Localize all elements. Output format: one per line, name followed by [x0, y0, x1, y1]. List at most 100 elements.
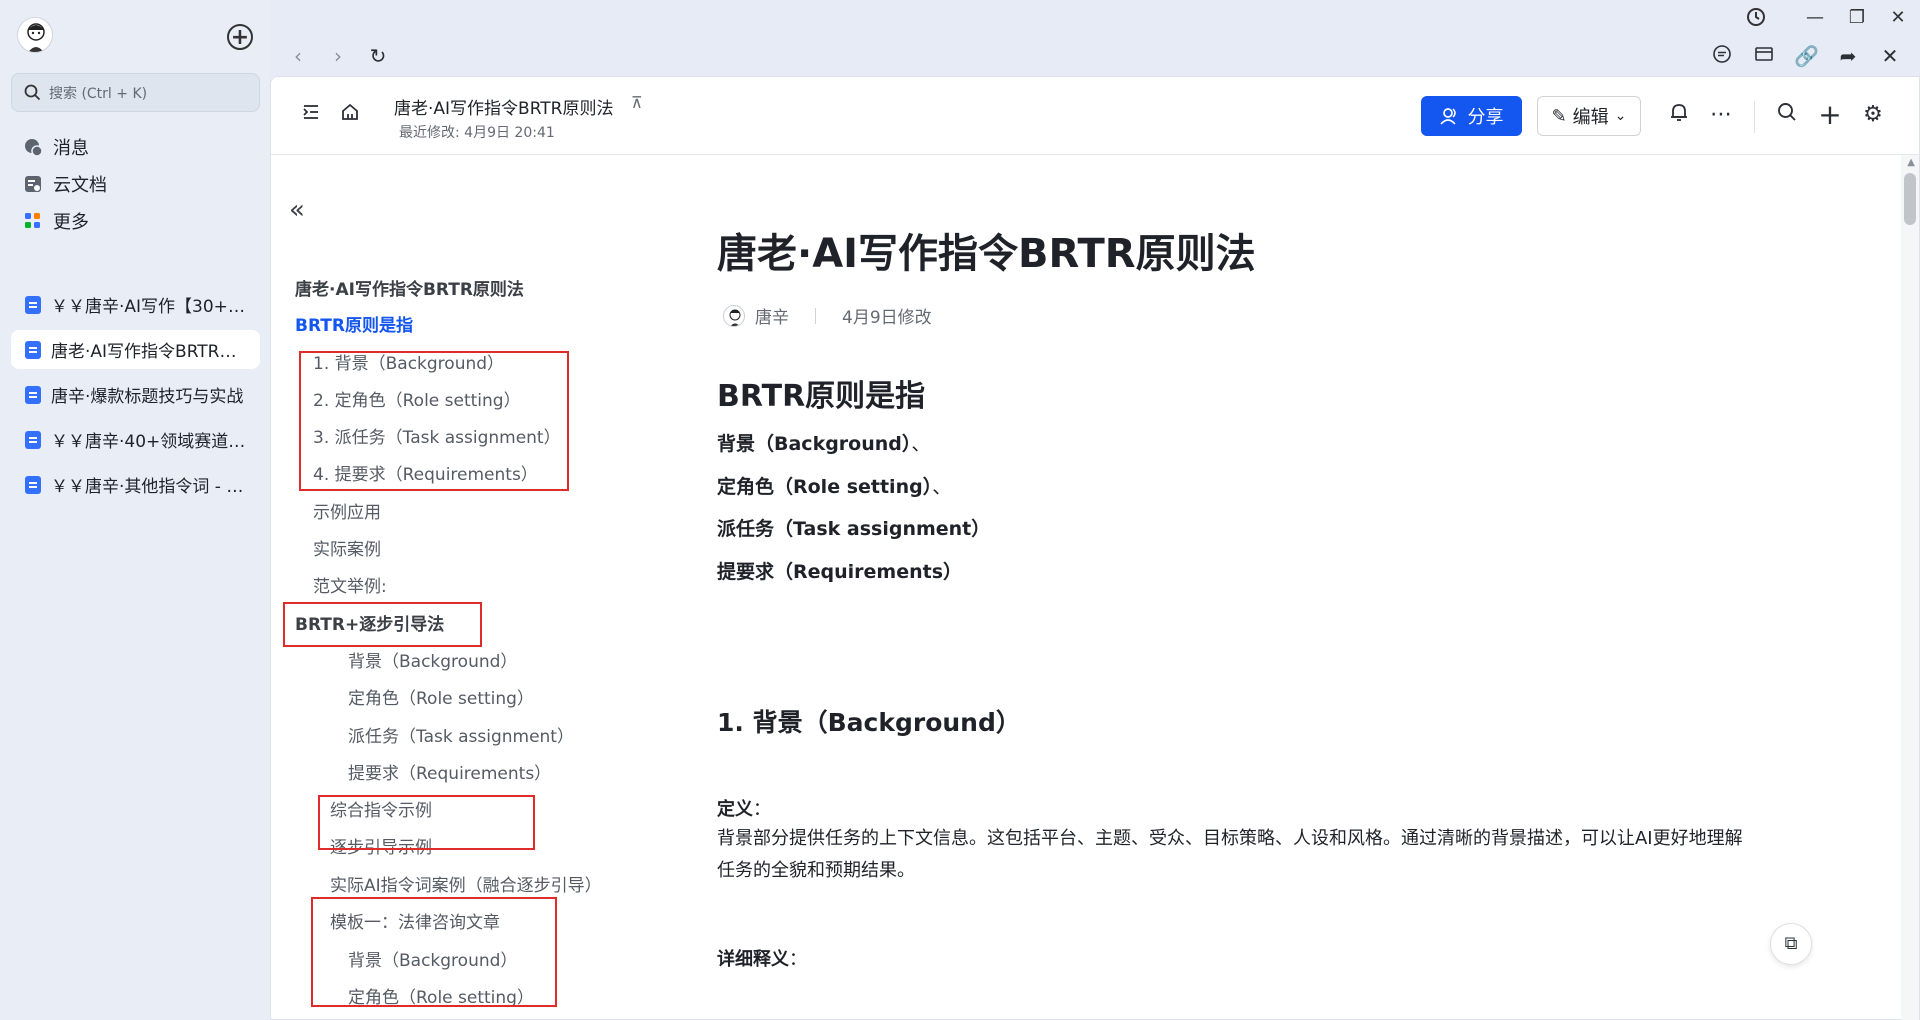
outline-item[interactable]: 定角色（Role setting）: [348, 684, 534, 709]
bell-icon[interactable]: [1665, 101, 1693, 129]
link-icon[interactable]: 🔗: [1794, 44, 1819, 68]
doc-icon: [25, 475, 41, 494]
doc-label: 唐辛·爆款标题技巧与实战: [51, 387, 244, 407]
outline-item[interactable]: 实际AI指令词案例（融合逐步引导）: [330, 871, 602, 896]
nav-item-messages[interactable]: 消息: [11, 128, 260, 166]
outline-item[interactable]: 实际案例: [313, 535, 381, 560]
principle-text: 提要求（Requirements）: [717, 561, 963, 583]
outline-item[interactable]: 示例应用: [313, 498, 381, 523]
close-tab-icon[interactable]: ✕: [1878, 44, 1902, 68]
doc-header: 唐老·AI写作指令BRTR原则法 ⊼ 最近修改: 4月9日 20:41 分享 ✎…: [271, 77, 1919, 155]
more-icon[interactable]: ⋯: [1707, 101, 1735, 129]
annotation-box: [318, 795, 535, 850]
annotation-box: [299, 351, 569, 491]
home-icon[interactable]: [336, 101, 364, 129]
restore-icon[interactable]: ❐: [1839, 6, 1875, 30]
search-input[interactable]: 搜索 (Ctrl + K): [11, 73, 260, 112]
search-icon[interactable]: [1773, 101, 1801, 129]
outline-item[interactable]: BRTR原则是指: [295, 311, 413, 336]
collapse-outline-icon[interactable]: «: [289, 195, 305, 225]
principle-text: 背景（Background）: [717, 433, 912, 455]
modified-date: 4月9日修改: [842, 308, 932, 328]
users-icon: [1439, 108, 1456, 125]
minimize-icon[interactable]: —: [1797, 6, 1833, 30]
close-window-icon[interactable]: ✕: [1880, 6, 1916, 30]
doc-label: 唐老·AI写作指令BRTR原则法: [51, 342, 251, 362]
refresh-icon[interactable]: ↻: [366, 44, 390, 68]
scrollbar-thumb[interactable]: [1904, 173, 1916, 225]
scroll-up-icon[interactable]: ▲: [1907, 157, 1915, 168]
nav-item-cloud-docs[interactable]: 云文档: [11, 165, 260, 203]
author-avatar[interactable]: [723, 304, 745, 327]
doc-item-active[interactable]: 唐老·AI写作指令BRTR原则法: [11, 330, 260, 369]
doc-item[interactable]: ￥￥唐辛·AI写作【30+领域】: [11, 285, 260, 324]
principle-suffix: 、: [911, 433, 931, 455]
document-title: 唐老·AI写作指令BRTR原则法: [717, 231, 1256, 277]
message-icon: [23, 137, 43, 157]
user-avatar[interactable]: [17, 17, 53, 53]
outline-doc-title[interactable]: 唐老·AI写作指令BRTR原则法: [295, 275, 524, 300]
definition-text: 背景部分提供任务的上下文信息。这包括平台、主题、受众、目标策略、人设和风格。通过…: [717, 828, 1743, 881]
search-icon: [24, 84, 41, 101]
detail-label-line: 详细释义：: [717, 945, 807, 971]
annotation-box: [283, 602, 482, 647]
doc-icon: [25, 295, 41, 314]
pin-icon[interactable]: ⊼: [631, 93, 643, 112]
doc-icon: [25, 430, 41, 449]
doc-label: ￥￥唐辛·AI写作【30+领域】: [51, 297, 251, 317]
principle-line: 背景（Background）、: [717, 429, 930, 456]
definition-label: 定义: [717, 799, 753, 820]
doc-item[interactable]: ￥￥唐辛·40+领域赛道指令: [11, 420, 260, 459]
outline-item[interactable]: 派任务（Task assignment）: [348, 722, 574, 747]
nav-item-more[interactable]: 更多: [11, 202, 260, 240]
add-icon[interactable]: +: [227, 24, 253, 50]
principle-suffix: 、: [932, 476, 952, 498]
scrollbar[interactable]: [1901, 155, 1919, 1020]
outline-item[interactable]: 提要求（Requirements）: [348, 759, 551, 784]
section-heading: BRTR原则是指: [717, 379, 926, 414]
forward-icon[interactable]: ›: [326, 44, 350, 68]
meta-divider: [815, 307, 816, 324]
share-button[interactable]: 分享: [1421, 96, 1522, 136]
cloud-doc-icon: [23, 174, 43, 194]
subsection-heading: 1. 背景（Background）: [717, 708, 1021, 737]
principle-line: 派任务（Task assignment）: [717, 514, 990, 541]
doc-header-title: 唐老·AI写作指令BRTR原则法: [394, 99, 614, 119]
definition-label-line: 定义：: [717, 795, 771, 821]
detail-label: 详细释义: [717, 949, 789, 970]
float-action-icon[interactable]: ⧉: [1770, 923, 1812, 965]
principle-text: 派任务（Task assignment）: [717, 518, 991, 540]
chevron-down-icon: ⌄: [1614, 108, 1627, 124]
doc-item[interactable]: 唐辛·爆款标题技巧与实战: [11, 375, 260, 414]
back-icon[interactable]: ‹: [286, 44, 310, 68]
definition-colon: ：: [753, 799, 771, 820]
outline-item[interactable]: 背景（Background）: [348, 647, 517, 672]
principle-line: 提要求（Requirements）: [717, 557, 962, 584]
principle-text: 定角色（Role setting）: [717, 476, 933, 498]
doc-label: ￥￥唐辛·其他指令词 - 合集: [51, 477, 251, 497]
doc-label: ￥￥唐辛·40+领域赛道指令: [51, 432, 251, 452]
principle-line: 定角色（Role setting）、: [717, 472, 951, 499]
search-placeholder: 搜索 (Ctrl + K): [49, 85, 148, 102]
detail-colon: ：: [789, 949, 807, 970]
pencil-icon: ✎: [1551, 105, 1567, 127]
annotation-box: [311, 897, 557, 1007]
browser-bar: ‹ › ↻ 🔗 ➦ ✕: [270, 36, 1920, 76]
share-label: 分享: [1467, 107, 1504, 128]
doc-item[interactable]: ￥￥唐辛·其他指令词 - 合集: [11, 465, 260, 504]
window-icon[interactable]: [1752, 44, 1776, 68]
comment-icon[interactable]: [1710, 44, 1734, 68]
nav-label: 消息: [53, 138, 89, 159]
nav-label: 云文档: [53, 175, 107, 196]
gear-icon[interactable]: ⚙: [1859, 101, 1887, 129]
edit-button[interactable]: ✎ 编辑 ⌄: [1537, 96, 1641, 136]
history-icon[interactable]: [1738, 6, 1774, 30]
author-row: 唐辛 4月9日修改: [723, 303, 932, 328]
author-name[interactable]: 唐辛: [755, 303, 789, 328]
outline-toggle-icon[interactable]: [297, 101, 325, 129]
doc-icon: [25, 385, 41, 404]
forward-share-icon[interactable]: ➦: [1836, 44, 1860, 68]
outline-item[interactable]: 范文举例:: [313, 572, 387, 597]
header-divider: [1754, 101, 1755, 133]
plus-icon[interactable]: +: [1816, 101, 1844, 129]
